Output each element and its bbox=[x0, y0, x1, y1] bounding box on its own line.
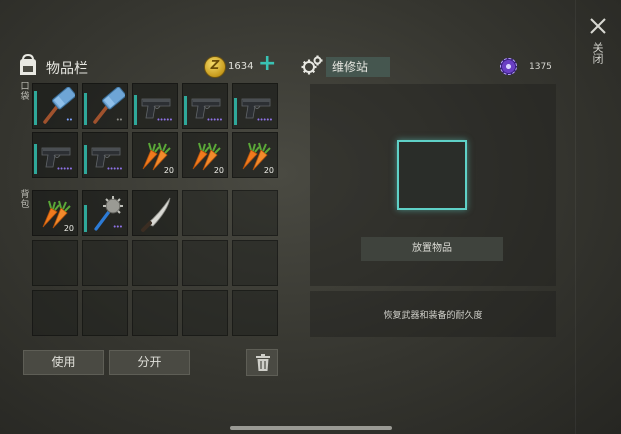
repair-currency-count: 1375 bbox=[529, 62, 552, 72]
inventory-title: 物品栏 bbox=[46, 61, 88, 77]
durability-bar bbox=[84, 93, 87, 125]
durability-bar bbox=[184, 96, 187, 125]
pocket-slot[interactable]: ••••• bbox=[232, 83, 278, 129]
place-item-button[interactable]: 放置物品 bbox=[361, 237, 503, 261]
durability-bar bbox=[234, 98, 237, 125]
backpack-slot[interactable] bbox=[232, 190, 278, 236]
backpack-slot[interactable]: ••• bbox=[82, 190, 128, 236]
item-quantity: 20 bbox=[163, 166, 174, 175]
pocket-slot[interactable]: 20 bbox=[132, 132, 178, 178]
backpack-slot[interactable] bbox=[232, 290, 278, 336]
repair-item-slot[interactable] bbox=[397, 140, 467, 210]
split-button[interactable]: 分开 bbox=[109, 350, 190, 375]
backpack-slot[interactable] bbox=[182, 290, 228, 336]
rarity-dots: ••••• bbox=[156, 116, 173, 124]
backpack-slot[interactable] bbox=[132, 290, 178, 336]
pocket-slot[interactable]: •• bbox=[82, 83, 128, 129]
backpack-slot[interactable] bbox=[82, 290, 128, 336]
gears-icon bbox=[301, 55, 323, 75]
rarity-dots: •• bbox=[115, 116, 123, 124]
backpack-slot[interactable] bbox=[32, 240, 78, 286]
rarity-dots: ••••• bbox=[106, 165, 123, 173]
durability-bar bbox=[84, 145, 87, 174]
sidebar-divider bbox=[575, 0, 576, 434]
coin-count: 1634 bbox=[228, 61, 254, 72]
backpack-slot[interactable] bbox=[182, 240, 228, 286]
backpack-slot[interactable] bbox=[32, 290, 78, 336]
pocket-slot[interactable]: 20 bbox=[182, 132, 228, 178]
rarity-dots: ••••• bbox=[256, 116, 273, 124]
rarity-dots: ••••• bbox=[206, 116, 223, 124]
durability-bar bbox=[34, 91, 37, 125]
gear-chip-currency-icon bbox=[500, 58, 517, 75]
backpack-slot[interactable] bbox=[232, 240, 278, 286]
pocket-slot[interactable]: 20 bbox=[232, 132, 278, 178]
durability-bar bbox=[134, 95, 137, 125]
backpack-slot[interactable] bbox=[132, 190, 178, 236]
durability-bar bbox=[34, 144, 37, 174]
repair-description: 恢复武器和装备的耐久度 bbox=[383, 311, 483, 321]
backpack-slot[interactable] bbox=[82, 240, 128, 286]
machete-icon bbox=[141, 197, 171, 232]
rarity-dots: ••••• bbox=[56, 165, 73, 173]
close-label[interactable]: 关闭 bbox=[591, 42, 604, 64]
use-button[interactable]: 使用 bbox=[23, 350, 104, 375]
pocket-slot[interactable]: ••••• bbox=[182, 83, 228, 129]
home-indicator bbox=[230, 426, 392, 430]
close-icon[interactable] bbox=[587, 15, 609, 37]
rarity-dots: •• bbox=[65, 116, 73, 124]
item-quantity: 20 bbox=[213, 166, 224, 175]
backpack-slot[interactable]: 20 bbox=[32, 190, 78, 236]
item-quantity: 20 bbox=[263, 166, 274, 175]
durability-bar bbox=[84, 205, 87, 232]
pocket-slot[interactable]: ••••• bbox=[82, 132, 128, 178]
repair-station-title: 维修站 bbox=[326, 57, 390, 77]
backpack-slot[interactable] bbox=[182, 190, 228, 236]
pocket-slot[interactable]: ••••• bbox=[132, 83, 178, 129]
trash-icon bbox=[256, 354, 270, 371]
discard-button[interactable] bbox=[246, 349, 278, 376]
pockets-label: 口袋 bbox=[20, 82, 30, 102]
backpack-slot[interactable] bbox=[132, 240, 178, 286]
item-quantity: 20 bbox=[63, 224, 74, 233]
backpack-label: 背包 bbox=[20, 190, 30, 210]
backpack-icon bbox=[20, 53, 36, 75]
add-coins-button[interactable]: + bbox=[258, 53, 276, 75]
rarity-dots: ••• bbox=[112, 223, 123, 231]
pocket-slot[interactable]: ••••• bbox=[32, 132, 78, 178]
coin-icon: Z bbox=[204, 56, 226, 78]
pocket-slot[interactable]: •• bbox=[32, 83, 78, 129]
